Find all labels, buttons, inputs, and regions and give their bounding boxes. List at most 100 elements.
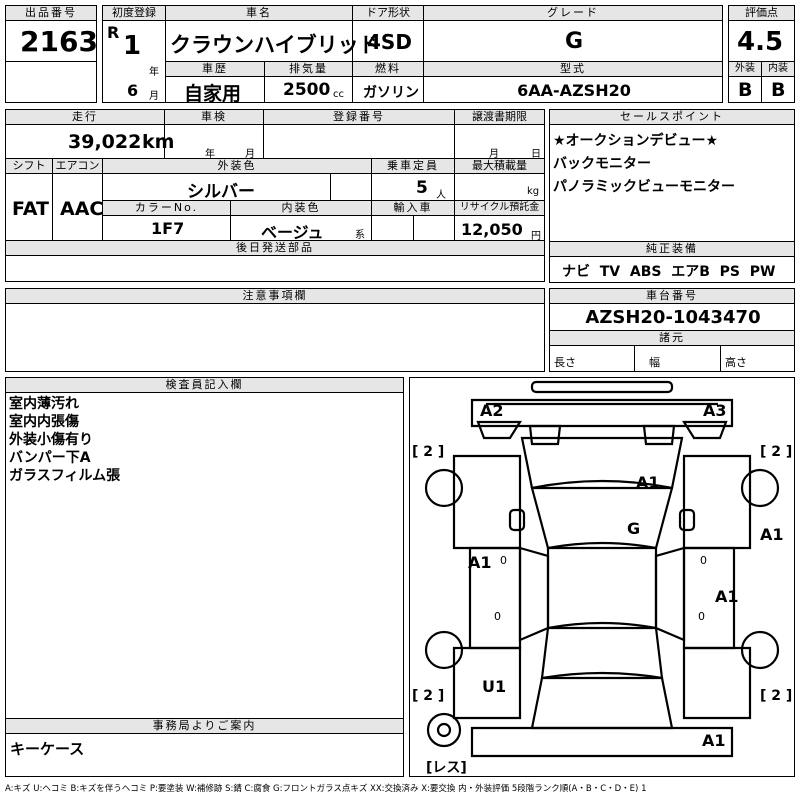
exterior-header: 外装 xyxy=(728,61,762,77)
later-parts-header: 後日発送部品 xyxy=(5,240,545,256)
option-pw: PW xyxy=(749,264,776,280)
exterior-cell: B xyxy=(728,76,762,103)
inspection-header: 車検 xyxy=(164,109,264,125)
legend-text: A:キズ U:ヘコミ B:キズを伴うヘコミ P:要塗装 W:補修跡 S:錆 C:… xyxy=(5,784,647,794)
office-header: 事務局よりご案内 xyxy=(5,718,404,734)
grade-header: グレード xyxy=(423,5,723,21)
fuel-cell: ガソリン xyxy=(352,76,424,103)
model-code-value: 6AA-AZSH20 xyxy=(517,81,631,100)
office-note: キーケース xyxy=(10,740,85,758)
spec-length-cell: 長さ xyxy=(549,345,635,372)
interior-header: 内装 xyxy=(761,61,795,77)
displacement-value: 2500 xyxy=(283,80,331,100)
interior-grade: B xyxy=(771,79,786,101)
inspection-cell: 年 月 xyxy=(164,124,264,160)
int-color-cell: ベージュ 系 xyxy=(230,215,372,242)
history-header: 車歴 xyxy=(165,61,265,77)
options-header: 純正装備 xyxy=(549,241,795,257)
month-unit: 月 xyxy=(149,91,159,102)
car-name-cell: クラウンハイブリッド xyxy=(165,20,380,62)
mark-right-door: A1 xyxy=(715,587,739,606)
chassis-value: AZSH20-1043470 xyxy=(585,307,761,328)
ext-color-header: 外装色 xyxy=(102,158,372,174)
reg-month-value: 6 xyxy=(127,81,139,100)
later-parts-cell xyxy=(5,255,545,282)
option-navi: ナビ xyxy=(562,264,590,280)
lot-no-cell: 2163 xyxy=(5,20,98,62)
tire-rear-left: [ 2 ] xyxy=(412,688,444,704)
spec-length-label: 長さ xyxy=(554,356,576,369)
first-reg-header: 初度登録 xyxy=(102,5,166,21)
lot-no-blank xyxy=(5,61,97,103)
office-cell: キーケース xyxy=(5,733,404,777)
shift-value: FAT xyxy=(12,198,49,220)
capacity-value: 5 xyxy=(416,178,428,198)
inspector-cell: 室内薄汚れ 室内内張傷 外装小傷有り バンパー下A ガラスフィルム張 xyxy=(5,392,404,719)
first-reg-cell: R 1 年 6 月 xyxy=(102,20,166,103)
selling-point-1: ★オークションデビュー★ xyxy=(553,133,719,149)
small-zero-right: 0 xyxy=(700,554,707,567)
fuel-header: 燃料 xyxy=(352,61,424,77)
mark-left-rear: U1 xyxy=(482,677,506,696)
options-list: ナビ TV ABS エアB PS PW xyxy=(562,261,775,281)
model-code-header: 型式 xyxy=(423,61,723,77)
score-cell: 4.5 xyxy=(728,20,795,62)
recycle-header: リサイクル預託金 xyxy=(454,200,545,216)
history-value: 自家用 xyxy=(184,83,242,105)
door-cell: 4SD xyxy=(352,20,424,62)
small-zero-left: 0 xyxy=(500,554,507,567)
inspector-note-4: バンパー下A xyxy=(9,450,91,466)
spec-height-cell: 高さ xyxy=(720,345,795,372)
exterior-grade: B xyxy=(738,79,753,101)
inspector-note-5: ガラスフィルム張 xyxy=(9,468,121,484)
ext-color-value: シルバー xyxy=(187,182,255,202)
mark-front-right: A3 xyxy=(703,401,727,420)
inspector-note-3: 外装小傷有り xyxy=(9,432,93,448)
spec-width-label: 幅 xyxy=(649,356,660,369)
mileage-header: 走行 xyxy=(5,109,165,125)
capacity-header: 乗車定員 xyxy=(371,158,455,174)
door-header: ドア形状 xyxy=(352,5,424,21)
shift-cell: FAT xyxy=(5,173,53,241)
color-no-header: カラーNo. xyxy=(102,200,231,216)
option-tv: TV xyxy=(599,264,621,280)
score-value: 4.5 xyxy=(737,27,784,57)
year-unit: 年 xyxy=(149,67,159,78)
notes-header: 注意事項欄 xyxy=(5,288,545,304)
car-name-header: 車名 xyxy=(165,5,353,21)
chassis-header: 車台番号 xyxy=(549,288,795,304)
max-load-header: 最大積載量 xyxy=(454,158,545,174)
capacity-unit: 人 xyxy=(436,190,446,201)
car-outline-svg: A2 A3 A1 G A1 A1 A1 U1 A1 [ 2 ] [ 2 ] [ … xyxy=(412,380,792,776)
spare-tire: [レス] xyxy=(426,760,467,776)
reg-no-cell xyxy=(263,124,455,159)
small-zero-left-rear: 0 xyxy=(494,610,501,623)
int-color-suffix: 系 xyxy=(355,230,365,241)
tire-front-left: [ 2 ] xyxy=(412,444,444,460)
reg-no-header: 登録番号 xyxy=(263,109,455,125)
tire-rear-right: [ 2 ] xyxy=(760,688,792,704)
displacement-unit: cc xyxy=(333,89,344,100)
max-load-cell: kg xyxy=(454,173,545,201)
mark-right-front-fender: A1 xyxy=(760,525,784,544)
inspector-note-1: 室内薄汚れ xyxy=(9,396,79,412)
aircon-value: AAC xyxy=(60,198,104,220)
options-cell: ナビ TV ABS エアB PS PW xyxy=(549,256,795,283)
ext-color-cell: シルバー xyxy=(102,173,372,202)
mark-roof: G xyxy=(627,519,640,538)
interior-cell: B xyxy=(761,76,795,103)
color-no-value: 1F7 xyxy=(151,219,185,238)
grade-value: G xyxy=(564,29,584,54)
era-value: R xyxy=(107,23,120,42)
displacement-cell: 2500 cc xyxy=(264,76,353,103)
inspector-notes: 室内薄汚れ 室内内張傷 外装小傷有り バンパー下A ガラスフィルム張 xyxy=(9,395,120,485)
lot-no-header: 出品番号 xyxy=(5,5,97,21)
option-ps: PS xyxy=(719,264,740,280)
mark-rear: A1 xyxy=(702,731,726,750)
notes-cell xyxy=(5,303,545,372)
shift-header: シフト xyxy=(5,158,53,174)
grade-cell: G xyxy=(423,20,723,62)
capacity-cell: 5 人 xyxy=(371,173,455,201)
selling-points-header: セールスポイント xyxy=(549,109,795,125)
aircon-header: エアコン xyxy=(52,158,103,174)
